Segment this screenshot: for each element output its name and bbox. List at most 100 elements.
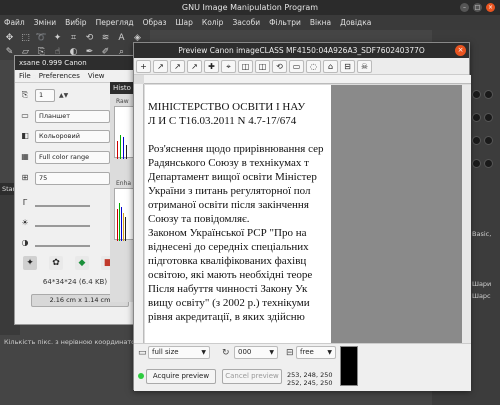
document-line: віднесені до середніх спеціальних	[148, 241, 309, 253]
horizontal-ruler	[144, 75, 471, 84]
default-enhance-button[interactable]: ✿	[49, 256, 63, 270]
pipette-gray-icon[interactable]: ↗	[170, 59, 185, 73]
range-select[interactable]: Full color range	[35, 150, 110, 164]
auto-enhance-button[interactable]: ✦	[23, 256, 37, 270]
gamma-icon: Γ	[22, 198, 28, 207]
close-icon[interactable]: ×	[455, 45, 466, 56]
crosshair-icon[interactable]: ⌖	[221, 59, 236, 73]
rect-select-icon[interactable]: ⬚	[19, 33, 32, 44]
undo-zoom-icon[interactable]: ⟲	[272, 59, 287, 73]
menu-file[interactable]: Файл	[4, 18, 25, 27]
menu-edit[interactable]: Зміни	[34, 18, 56, 27]
histogram-bar	[119, 203, 120, 241]
brush-item[interactable]	[472, 113, 481, 122]
restore-enhance-button[interactable]: ◆	[75, 256, 89, 270]
add-selection-icon[interactable]: +	[136, 59, 151, 73]
full-area-icon[interactable]: ▭	[289, 59, 304, 73]
zoom-in-icon[interactable]: ◫	[255, 59, 270, 73]
brush-item[interactable]	[472, 90, 481, 99]
acquire-preview-button[interactable]: Acquire preview	[146, 369, 216, 384]
rotation-icon: ↻	[222, 348, 230, 358]
copies-stepper[interactable]: ▲▼	[59, 92, 68, 99]
source-select[interactable]: Планшет	[35, 109, 110, 123]
brush-item[interactable]	[484, 136, 493, 145]
range-row: ▦ Full color range	[19, 150, 110, 164]
minimize-icon[interactable]: –	[460, 3, 469, 12]
menu-layer[interactable]: Шар	[176, 18, 193, 27]
mode-select[interactable]: Кольоровий	[35, 129, 110, 143]
document-line: вищу освіту" (з 2002 р.) технікуми	[148, 297, 310, 309]
zoom-out-icon[interactable]: ◫	[238, 59, 253, 73]
raw-label: Raw	[116, 98, 129, 105]
auto-select-icon[interactable]: ◌	[306, 59, 321, 73]
menu-help[interactable]: Довідка	[340, 18, 371, 27]
aspect-ratio-value: free	[300, 348, 314, 356]
document-line: Законом Української РСР "Про на	[148, 227, 307, 239]
resolution-icon: ⊞	[21, 173, 29, 182]
preview-size-select[interactable]: full size ▼	[148, 346, 210, 359]
fuzzy-select-icon[interactable]: ✦	[51, 33, 64, 44]
pixel-color-line: 253, 248, 250	[287, 371, 333, 379]
delete-images-icon[interactable]: ⊟	[340, 59, 355, 73]
copies-input[interactable]: 1	[35, 88, 55, 102]
preview-size-value: full size	[152, 348, 179, 356]
document-line: рівня акредитації, в яких здійсню	[148, 311, 305, 323]
document-line: підготовка кваліфікованих фахівц	[148, 255, 307, 267]
cancel-preview-button[interactable]: Cancel preview	[222, 369, 282, 384]
histogram-bar	[117, 141, 118, 159]
warp-icon[interactable]: ≋	[99, 33, 112, 44]
gimp-titlebar: GNU Image Manipulation Program – □ ×	[0, 0, 500, 15]
menu-view[interactable]: Перегляд	[96, 18, 134, 27]
preview-document[interactable]: МІНІСТЕРСТВО ОСВІТИ І НАУ Л И С Т16.03.2…	[145, 85, 331, 343]
xsane-menu-view[interactable]: View	[88, 72, 105, 80]
brightness-slider[interactable]	[35, 224, 90, 227]
close-icon[interactable]: ×	[486, 3, 495, 12]
document-line: Радянського Союзу в технікумах т	[148, 157, 309, 169]
brush-item[interactable]	[472, 159, 481, 168]
rotation-select[interactable]: 000 ▼	[234, 346, 278, 359]
xsane-menu-file[interactable]: File	[19, 72, 31, 80]
menu-image[interactable]: Образ	[143, 18, 167, 27]
preview-canvas[interactable]: МІНІСТЕРСТВО ОСВІТИ І НАУ Л И С Т16.03.2…	[134, 75, 471, 343]
document-line: МІНІСТЕРСТВО ОСВІТИ І НАУ	[148, 101, 306, 113]
text-tool-icon[interactable]: A	[115, 33, 128, 44]
mode-row: ◧ Кольоровий	[19, 129, 110, 143]
menu-tools[interactable]: Засоби	[232, 18, 260, 27]
gimp-title: GNU Image Manipulation Program	[181, 3, 319, 12]
unscanned-area	[331, 85, 462, 343]
brush-item[interactable]	[484, 159, 493, 168]
skull-delete-icon[interactable]: ☠	[357, 59, 372, 73]
move-tool-icon[interactable]: ✥	[3, 33, 16, 44]
histogram-bar	[117, 209, 118, 241]
chevron-down-icon: ▼	[269, 349, 274, 356]
document-line: Роз'яснення щодо прирівнювання сер	[148, 143, 324, 155]
autoraise-icon[interactable]: ⌂	[323, 59, 338, 73]
pipette-black-icon[interactable]: ↗	[187, 59, 202, 73]
resolution-select[interactable]: 75	[35, 171, 110, 185]
menu-windows[interactable]: Вікна	[310, 18, 331, 27]
aspect-ratio-select[interactable]: free ▼	[296, 346, 336, 359]
brush-item[interactable]	[472, 136, 481, 145]
status-led-icon	[138, 373, 144, 379]
histogram-bar	[123, 137, 124, 159]
rotate-icon[interactable]: ✚	[204, 59, 219, 73]
crop-icon[interactable]: ⌗	[67, 33, 80, 44]
vertical-scrollbar[interactable]	[462, 85, 471, 343]
histogram-bar	[123, 213, 124, 241]
brush-item[interactable]	[484, 113, 493, 122]
xsane-menu-preferences[interactable]: Preferences	[39, 72, 80, 80]
histogram-bar	[125, 217, 126, 241]
maximize-icon[interactable]: □	[473, 3, 482, 12]
menu-select[interactable]: Вибір	[65, 18, 87, 27]
document-line: отриманої освіти після закінчення	[148, 199, 309, 211]
layers-tab-2[interactable]: Шарс	[472, 292, 491, 300]
contrast-slider[interactable]	[35, 244, 90, 247]
gamma-slider[interactable]	[35, 204, 90, 207]
pipette-white-icon[interactable]: ↗	[153, 59, 168, 73]
transform-icon[interactable]: ⟲	[83, 33, 96, 44]
menu-filters[interactable]: Фільтри	[269, 18, 301, 27]
lasso-icon[interactable]: ➰	[35, 33, 48, 44]
menu-colors[interactable]: Колір	[202, 18, 224, 27]
layers-tab[interactable]: Шари	[472, 280, 491, 288]
brush-item[interactable]	[484, 90, 493, 99]
